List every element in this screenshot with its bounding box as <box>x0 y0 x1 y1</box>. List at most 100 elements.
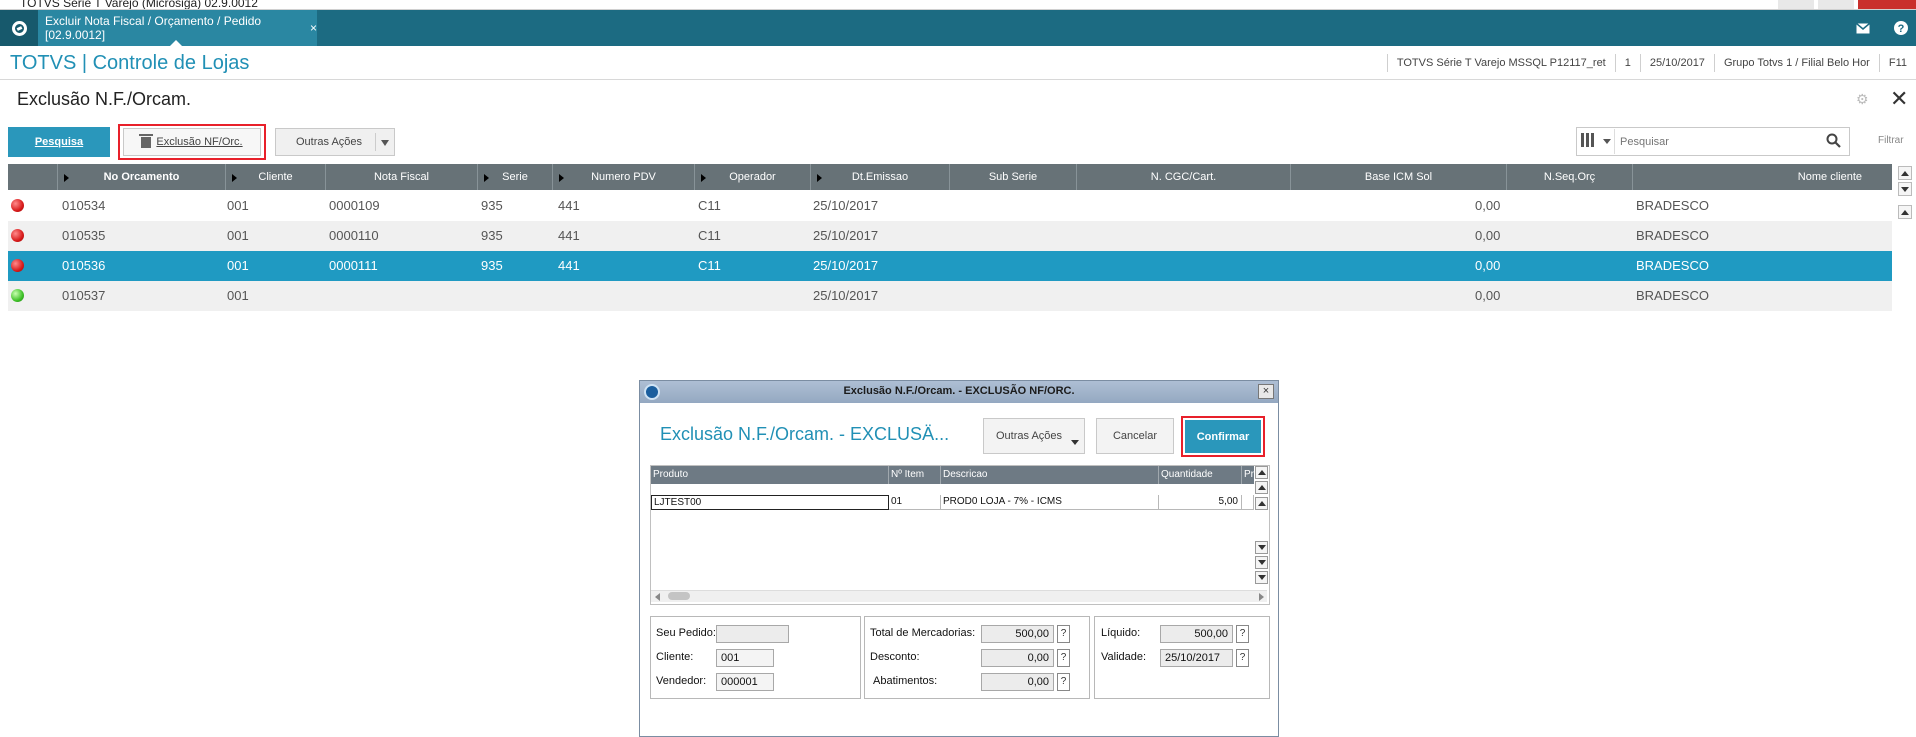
mail-icon[interactable] <box>1848 10 1878 46</box>
column-header-nota-fiscal[interactable]: Nota Fiscal <box>326 164 478 190</box>
help-icon[interactable]: ? <box>1236 649 1249 667</box>
svg-text:?: ? <box>1898 23 1905 35</box>
outras-acoes-button[interactable]: Outras Ações <box>275 128 395 156</box>
filtrar-link[interactable]: Filtrar <box>1878 135 1904 146</box>
help-icon[interactable]: ? <box>1057 625 1070 643</box>
help-icon[interactable]: ? <box>1057 649 1070 667</box>
user-id-info: 1 <box>1614 54 1640 72</box>
seu-pedido-field[interactable] <box>716 625 789 643</box>
vendedor-label: Vendedor: <box>656 675 707 687</box>
dialog-heading: Exclusão N.F./Orcam. - EXCLUSÄ... <box>660 424 950 444</box>
item-produto-cell[interactable]: LJTEST00 <box>651 495 889 510</box>
item-descricao-cell[interactable]: PROD0 LOJA - 7% - ICMS <box>941 495 1159 510</box>
items-grid <box>650 465 1270 605</box>
column-header-operador[interactable]: Operador <box>695 164 811 190</box>
scroll-right-icon[interactable] <box>1259 593 1264 601</box>
column-header-n-item[interactable]: Nº Item <box>889 466 941 484</box>
status-column-header[interactable] <box>8 164 58 190</box>
dialog-close-button[interactable]: × <box>1258 384 1274 399</box>
column-header-quantidade[interactable]: Quantidade <box>1159 466 1242 484</box>
liquido-field[interactable]: 500,00 <box>1160 625 1233 643</box>
total-mercadorias-label: Total de Mercadorias: <box>870 627 976 639</box>
exclusao-label: Exclusão NF/Orc. <box>156 136 243 148</box>
totvs-logo-icon <box>11 20 27 36</box>
table-row[interactable]: 010537 001 25/10/2017 0,00 BRADESCO <box>8 281 1892 311</box>
abatimentos-field[interactable]: 0,00 <box>981 673 1054 691</box>
minimize-button[interactable] <box>1778 0 1814 9</box>
seu-pedido-label: Seu Pedido: <box>656 627 716 639</box>
page-close-icon[interactable]: ✕ <box>1890 88 1908 110</box>
divider <box>1614 129 1615 154</box>
abatimentos-label: Abatimentos: <box>873 675 938 687</box>
cliente-field[interactable]: 001 <box>716 649 774 667</box>
scroll-top-button[interactable] <box>1898 205 1912 219</box>
scroll-line-down-button[interactable] <box>1255 541 1268 554</box>
cancelar-button[interactable]: Cancelar <box>1096 418 1174 454</box>
scroll-page-up-button[interactable] <box>1255 481 1268 494</box>
tab-close-icon[interactable]: × <box>310 21 317 35</box>
help-icon[interactable]: ? <box>1236 625 1249 643</box>
dropdown-arrow-icon <box>1071 440 1079 445</box>
table-row[interactable]: 010534 001 0000109 935 441 C11 25/10/201… <box>8 191 1892 221</box>
desconto-field[interactable]: 0,00 <box>981 649 1054 667</box>
branch-info[interactable]: Grupo Totvs 1 / Filial Belo Hor <box>1713 54 1879 72</box>
home-button[interactable] <box>0 10 38 46</box>
f11-shortcut[interactable]: F11 <box>1878 54 1916 72</box>
item-preco-cell[interactable] <box>1242 495 1254 510</box>
confirmar-button[interactable]: Confirmar <box>1185 420 1261 453</box>
scroll-up-button[interactable] <box>1898 166 1912 180</box>
exclusao-nf-orc-button[interactable]: Exclusão NF/Orc. <box>123 128 261 156</box>
column-header-sub-serie[interactable]: Sub Serie <box>950 164 1077 190</box>
column-header-serie[interactable]: Serie <box>478 164 553 190</box>
search-input[interactable] <box>1620 131 1820 152</box>
search-icon[interactable] <box>1826 133 1841 148</box>
outras-acoes-label: Outras Ações <box>296 136 363 148</box>
scroll-thumb[interactable] <box>668 592 690 600</box>
table-row[interactable]: 010535 001 0000110 935 441 C11 25/10/201… <box>8 221 1892 251</box>
scroll-left-icon[interactable] <box>655 593 660 601</box>
desconto-label: Desconto: <box>870 651 920 663</box>
column-header-numero-pdv[interactable]: Numero PDV <box>553 164 695 190</box>
dialog-outras-acoes-button[interactable]: Outras Ações <box>983 418 1085 454</box>
items-horizontal-scrollbar[interactable] <box>651 590 1267 602</box>
scroll-line-up-button[interactable] <box>1255 497 1268 510</box>
status-green-icon <box>11 289 24 302</box>
columns-icon[interactable] <box>1581 133 1595 147</box>
column-header-produto[interactable]: Produto <box>651 466 889 484</box>
date-info: 25/10/2017 <box>1639 54 1714 72</box>
app-title: TOTVS | Controle de Lojas <box>10 52 250 74</box>
window-title: TOTVS Série T Varejo (Microsiga) 02.9.00… <box>20 0 258 10</box>
session-info: TOTVS Série T Varejo MSSQL P12117_ret 1 … <box>1386 46 1916 80</box>
scroll-down-button[interactable] <box>1255 571 1268 584</box>
window-close-button[interactable] <box>1858 0 1916 9</box>
column-header-cgc-cart[interactable]: N. CGC/Cart. <box>1077 164 1291 190</box>
help-icon[interactable]: ? <box>1057 673 1070 691</box>
chevron-down-icon[interactable] <box>1603 139 1611 144</box>
settings-gear-icon[interactable]: ⚙ <box>1856 92 1870 106</box>
total-mercadorias-field[interactable]: 500,00 <box>981 625 1054 643</box>
column-header-nseq-orc[interactable]: N.Seq.Orç <box>1507 164 1633 190</box>
status-red-icon <box>11 229 24 242</box>
pesquisa-button[interactable]: Pesquisa <box>8 127 110 157</box>
scroll-up-button[interactable] <box>1255 466 1268 479</box>
window-titlebar: TOTVS Série T Varejo (Microsiga) 02.9.00… <box>0 0 1916 10</box>
scroll-page-down-button[interactable] <box>1255 556 1268 569</box>
maximize-button[interactable] <box>1818 0 1854 9</box>
cliente-label: Cliente: <box>656 651 694 663</box>
vendedor-field[interactable]: 000001 <box>716 673 774 691</box>
column-header-nome-cliente[interactable]: Nome cliente <box>1633 164 1892 190</box>
column-header-dt-emissao[interactable]: Dt.Emissao <box>811 164 950 190</box>
dropdown-arrow-icon <box>381 140 389 146</box>
column-header-preco[interactable]: Pr <box>1242 466 1254 484</box>
help-icon[interactable]: ? <box>1886 10 1916 46</box>
scroll-down-button[interactable] <box>1898 182 1912 196</box>
status-red-icon <box>11 199 24 212</box>
item-quantidade-cell[interactable]: 5,00 <box>1159 495 1242 510</box>
column-header-base-icm-sol[interactable]: Base ICM Sol <box>1291 164 1507 190</box>
validade-field[interactable]: 25/10/2017 <box>1160 649 1233 667</box>
item-number-cell[interactable]: 01 <box>889 495 941 510</box>
column-header-descricao[interactable]: Descricao <box>941 466 1159 484</box>
column-header-cliente[interactable]: Cliente <box>226 164 326 190</box>
table-row-selected[interactable]: 010536 001 0000111 935 441 C11 25/10/201… <box>8 251 1892 281</box>
column-header-no-orcamento[interactable]: No Orcamento <box>58 164 226 190</box>
